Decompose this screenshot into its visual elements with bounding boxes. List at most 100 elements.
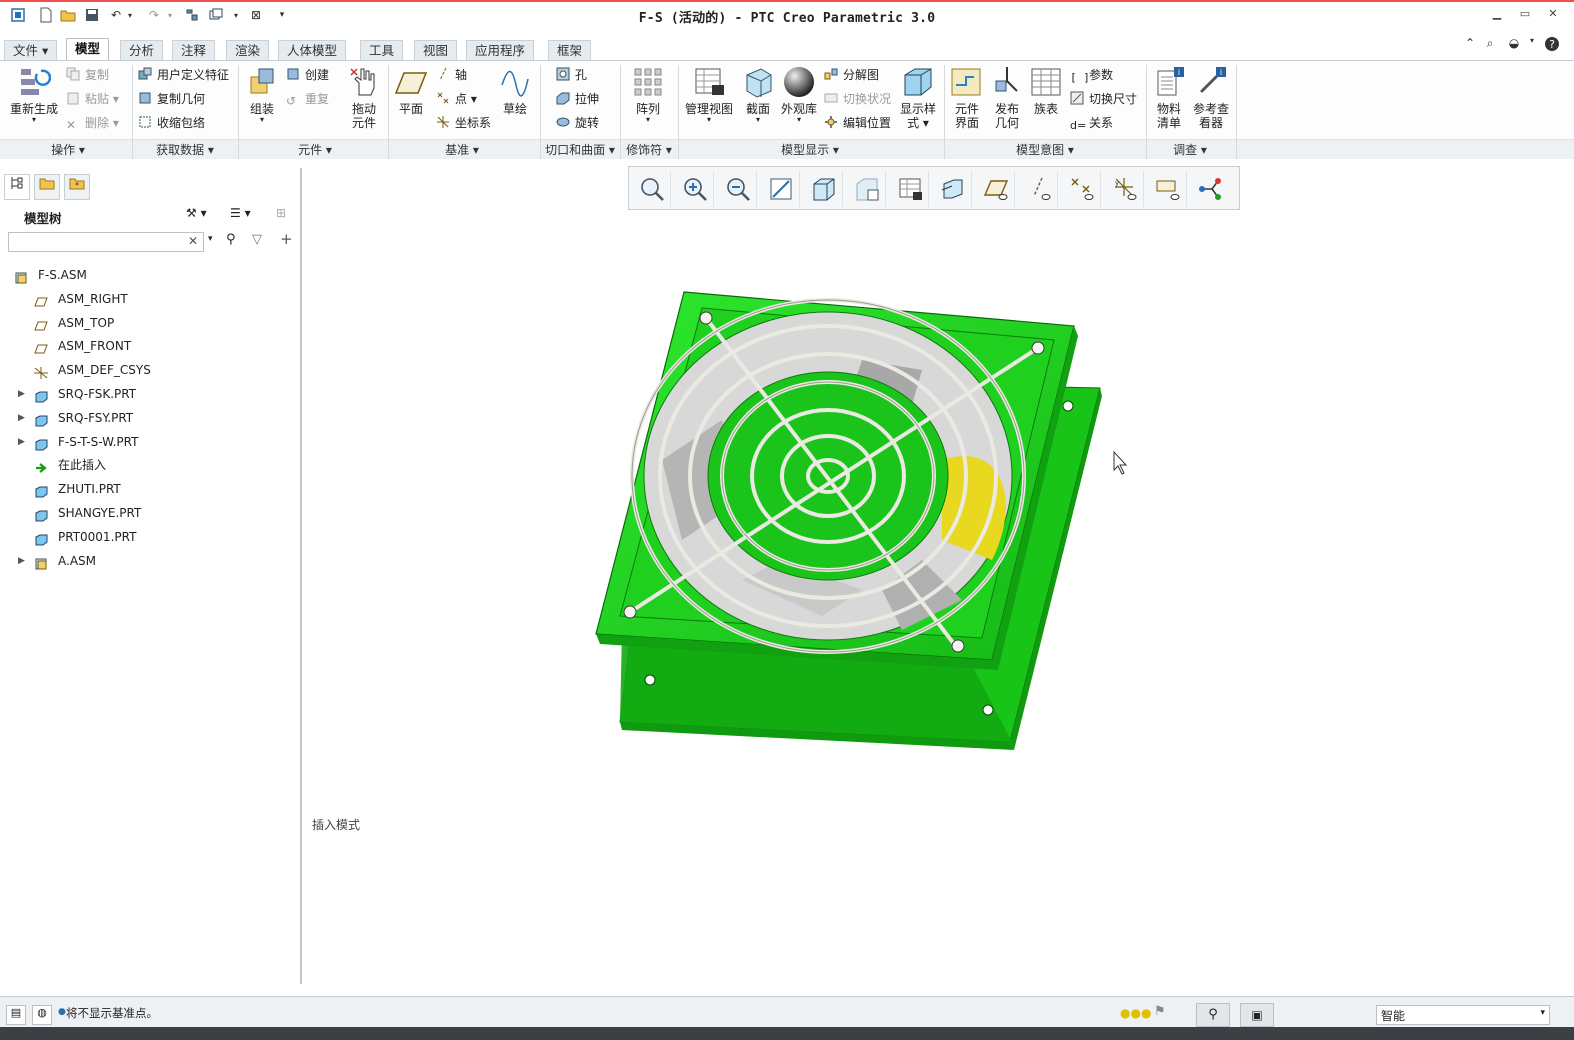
group-label-model-display[interactable]: 模型显示 ▾ [760,141,860,158]
group-label-investigate[interactable]: 调查 ▾ [1160,141,1220,158]
assemble-button[interactable]: 组装 ▾ [242,65,282,124]
tree-item[interactable]: ▶ SRQ-FSK.PRT [0,383,296,405]
tree-item[interactable]: ▶ SRQ-FSY.PRT [0,407,296,429]
group-label-model-intent[interactable]: 模型意图 ▾ [1000,141,1090,158]
perspective-view-icon[interactable] [934,171,972,207]
display-style-button[interactable]: 显示样 式 ▾ [896,65,940,130]
selection-filter-icon[interactable]: ▣ [1240,1003,1274,1027]
udf-button[interactable]: 用户定义特征 [138,67,229,83]
plane-button[interactable]: 平面 [392,65,430,116]
tab-framework[interactable]: 框架 [548,40,592,60]
extrude-button[interactable]: 拉伸 [556,91,599,107]
regenerate-button[interactable]: 重新生成 ▾ [8,65,60,124]
clear-search-icon[interactable]: ✕ [188,234,198,248]
tree-item[interactable]: ASM_FRONT [0,335,296,357]
group-label-get-data[interactable]: 获取数据 ▾ [150,141,220,158]
fan-assembly-model[interactable] [302,160,1574,994]
expand-arrow-icon[interactable]: ▶ [18,407,28,429]
expand-arrow-icon[interactable]: ▶ [18,383,28,405]
paste-button[interactable]: 粘贴 ▾ [66,91,119,107]
expand-arrow-icon[interactable]: ▶ [18,431,28,453]
tree-item[interactable]: F-S.ASM [0,264,296,286]
tree-item[interactable]: ▶ A.ASM [0,550,296,572]
appearance-gallery-button[interactable]: 外观库 ▾ [778,65,820,124]
relations-button[interactable]: d= 关系 [1070,115,1113,132]
hole-button[interactable]: 孔 [556,67,587,83]
toggle-browser-icon[interactable]: ◍ [32,1005,52,1025]
zoom-in-icon[interactable] [676,171,714,207]
view-manager-icon[interactable] [891,171,929,207]
delete-button[interactable]: ✕ 删除 ▾ [66,115,119,132]
section-button[interactable]: 截面 ▾ [740,65,776,124]
search-icon[interactable]: ⌕ [1482,36,1498,52]
spin-center-icon[interactable] [1192,171,1230,207]
point-display-icon[interactable] [1063,171,1101,207]
bill-of-materials-button[interactable]: i 物料 清单 [1150,65,1188,130]
sketch-button[interactable]: 草绘 [496,65,534,116]
component-interface-button[interactable]: 元件 界面 [948,65,986,130]
toggle-navigator-icon[interactable]: ▤ [6,1005,26,1025]
add-column-icon[interactable]: + [280,230,293,248]
group-label-operations[interactable]: 操作 ▾ [40,141,96,158]
tree-show-icon[interactable]: ☰ ▾ [230,206,251,220]
folder-browser-tab-icon[interactable] [34,174,60,200]
group-label-cut-surface[interactable]: 切口和曲面 ▾ [542,141,618,158]
family-table-button[interactable]: 族表 [1028,65,1064,116]
parameters-button[interactable]: [ ]参数 [1070,67,1113,84]
plane-display-icon[interactable] [977,171,1015,207]
edit-position-button[interactable]: 编辑位置 [824,115,891,131]
tab-view[interactable]: 视图 [414,40,458,60]
graphics-window[interactable] [302,160,1574,994]
model-tree-tab-icon[interactable] [4,174,30,200]
tab-analysis[interactable]: 分析 [120,40,164,60]
axis-button[interactable]: 轴 [436,67,467,83]
group-label-component[interactable]: 元件 ▾ [290,141,340,158]
tree-item[interactable]: SHANGYE.PRT [0,502,296,524]
manage-views-button[interactable]: 管理视图 ▾ [682,65,736,124]
tab-model[interactable]: 模型 [66,38,110,60]
flag-icon[interactable]: ⚑ [1154,1004,1166,1019]
expand-arrow-icon[interactable]: ▶ [18,550,28,572]
filter-icon[interactable]: ▽ [252,232,262,247]
community-dropdown-icon[interactable]: ▾ [1524,36,1540,52]
favorites-tab-icon[interactable]: * [64,174,90,200]
tab-manikin[interactable]: 人体模型 [278,40,347,60]
find-binoculars-icon[interactable]: ⚲ [226,232,236,247]
tree-item[interactable]: 在此插入 [0,454,296,476]
collapse-ribbon-icon[interactable]: ⌃ [1462,36,1478,52]
tab-annotate[interactable]: 注释 [172,40,216,60]
reference-viewer-button[interactable]: i 参考查 看器 [1190,65,1232,130]
drag-components-button[interactable]: 拖动 元件 [344,65,384,130]
close-icon[interactable]: ✕ [1544,7,1562,23]
group-label-modifiers[interactable]: 修饰符 ▾ [622,141,676,158]
tab-file[interactable]: 文件 ▾ [4,40,58,60]
tree-item[interactable]: ASM_DEF_CSYS [0,359,296,381]
pattern-button[interactable]: 阵列 ▾ [628,65,668,124]
tree-item[interactable]: ASM_RIGHT [0,288,296,310]
find-icon[interactable]: ⚲ [1196,1003,1230,1027]
tree-item[interactable]: PRT0001.PRT [0,526,296,548]
tree-search-input[interactable] [8,232,204,252]
minimize-icon[interactable]: ▁ [1488,7,1506,23]
annotation-display-icon[interactable] [1149,171,1187,207]
point-button[interactable]: 点 ▾ [436,91,477,107]
shrinkwrap-button[interactable]: 收缩包络 [138,115,205,131]
group-label-datum[interactable]: 基准 ▾ [440,141,484,158]
tree-item[interactable]: ZHUTI.PRT [0,478,296,500]
search-history-dropdown-icon[interactable]: ▾ [208,234,213,244]
toggle-status-button[interactable]: 切换状况 [824,91,891,107]
tree-item[interactable]: ▶ F-S-T-S-W.PRT [0,431,296,453]
exploded-view-button[interactable]: 分解图 [824,67,879,83]
selection-filter-select[interactable]: 智能 ▾ [1376,1005,1550,1025]
tree-item[interactable]: ASM_TOP [0,312,296,334]
maximize-icon[interactable]: ▭ [1516,7,1534,23]
saved-views-icon[interactable] [848,171,886,207]
tab-applications[interactable]: 应用程序 [466,40,535,60]
tab-tools[interactable]: 工具 [360,40,404,60]
csys-display-icon[interactable]: y [1106,171,1144,207]
repaint-icon[interactable] [762,171,800,207]
axis-display-icon[interactable] [1020,171,1058,207]
tree-columns-icon[interactable]: ⊞ [276,206,286,220]
publish-geometry-button[interactable]: 发布 几何 [988,65,1026,130]
copy-button[interactable]: 复制 [66,67,109,83]
